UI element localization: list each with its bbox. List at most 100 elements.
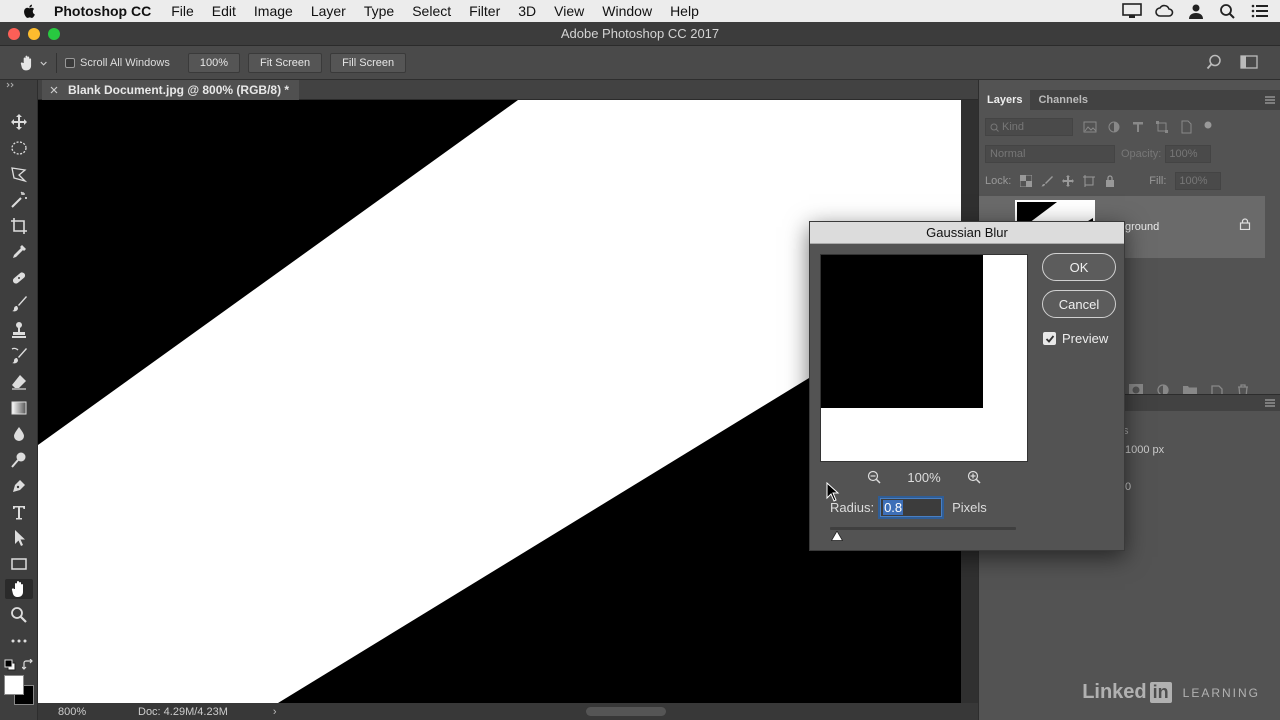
zoom-tool[interactable] xyxy=(9,605,29,625)
zoom-100-button[interactable]: 100% xyxy=(187,52,240,73)
layers-panel-tabs: Layers Channels xyxy=(979,90,1280,110)
lock-transparent-pixels-icon[interactable] xyxy=(1020,175,1033,187)
type-tool[interactable] xyxy=(9,502,29,522)
dialog-title[interactable]: Gaussian Blur xyxy=(810,222,1124,244)
horizontal-scrollbar-thumb[interactable] xyxy=(586,707,666,716)
adjustment-filter-icon[interactable] xyxy=(1107,120,1121,134)
brush-tool[interactable] xyxy=(9,294,29,314)
gradient-tool[interactable] xyxy=(9,398,29,418)
ok-button[interactable]: OK xyxy=(1042,253,1116,281)
panel-menu-icon[interactable] xyxy=(1265,96,1275,104)
scroll-all-windows-checkbox[interactable]: Scroll All Windows xyxy=(65,57,170,69)
blur-preview[interactable] xyxy=(820,254,1028,462)
radius-unit-label: Pixels xyxy=(952,500,987,515)
blur-tool[interactable] xyxy=(9,424,29,444)
document-tab[interactable]: Blank Document.jpg @ 800% (RGB/8) * xyxy=(42,80,300,100)
options-bar: Scroll All Windows 100% Fit Screen Fill … xyxy=(0,46,1280,80)
hand-tool[interactable] xyxy=(5,579,33,599)
rectangle-tool[interactable] xyxy=(9,554,29,574)
crop-tool[interactable] xyxy=(9,216,29,236)
dodge-tool[interactable] xyxy=(9,450,29,470)
panel-menu-icon[interactable] xyxy=(1265,399,1275,407)
zoom-window-button[interactable] xyxy=(48,28,60,40)
filter-toggle-icon[interactable] xyxy=(1203,120,1213,134)
zoom-out-icon[interactable] xyxy=(867,470,881,484)
notification-center-icon[interactable] xyxy=(1250,3,1270,19)
app-name-menu[interactable]: Photoshop CC xyxy=(54,3,151,19)
close-icon[interactable] xyxy=(50,86,58,94)
shape-filter-icon[interactable] xyxy=(1155,120,1169,134)
magic-wand-tool[interactable] xyxy=(9,190,29,210)
creative-cloud-icon[interactable] xyxy=(1154,3,1174,19)
lock-image-pixels-icon[interactable] xyxy=(1041,175,1054,187)
move-tool[interactable] xyxy=(9,112,29,132)
user-icon[interactable] xyxy=(1186,3,1206,19)
display-icon[interactable] xyxy=(1122,3,1142,19)
foreground-color-swatch[interactable] xyxy=(4,675,24,695)
menu-filter[interactable]: Filter xyxy=(469,3,500,19)
path-selection-tool[interactable] xyxy=(9,528,29,548)
workspace-icon[interactable] xyxy=(1240,54,1258,70)
swap-colors-icon[interactable] xyxy=(22,659,34,671)
marquee-tool[interactable] xyxy=(9,138,29,158)
tab-channels[interactable]: Channels xyxy=(1030,94,1096,106)
lock-all-icon[interactable] xyxy=(1104,175,1116,187)
pen-tool[interactable] xyxy=(9,476,29,496)
document-tab-bar: Blank Document.jpg @ 800% (RGB/8) * xyxy=(38,80,978,100)
status-menu-arrow[interactable]: › xyxy=(273,706,277,718)
search-icon[interactable] xyxy=(1206,54,1222,70)
edit-toolbar-button[interactable] xyxy=(9,631,29,651)
preview-checkbox[interactable]: Preview xyxy=(1043,331,1108,346)
tab-layers[interactable]: Layers xyxy=(979,90,1031,110)
status-zoom-field[interactable]: 800% xyxy=(38,706,108,718)
healing-brush-tool[interactable] xyxy=(9,268,29,288)
opacity-field[interactable]: 100% xyxy=(1165,145,1212,163)
blend-mode-select[interactable]: Normal xyxy=(985,145,1115,163)
collapse-arrows-icon[interactable] xyxy=(6,82,16,88)
menu-window[interactable]: Window xyxy=(602,3,652,19)
layer-name[interactable]: ground xyxy=(1125,221,1159,233)
lock-position-icon[interactable] xyxy=(1062,175,1075,187)
default-colors-icon[interactable] xyxy=(4,659,16,671)
more-dots-icon xyxy=(11,639,27,643)
zoom-in-icon[interactable] xyxy=(967,470,981,484)
eraser-tool[interactable] xyxy=(9,372,29,392)
eyedropper-tool[interactable] xyxy=(9,242,29,262)
menu-file[interactable]: File xyxy=(171,3,194,19)
menu-view[interactable]: View xyxy=(554,3,584,19)
cancel-button[interactable]: Cancel xyxy=(1042,290,1116,318)
kind-filter-select[interactable]: Kind xyxy=(985,118,1073,136)
fill-screen-button[interactable]: Fill Screen xyxy=(330,52,407,73)
lock-icon[interactable] xyxy=(1239,218,1251,230)
menu-3d[interactable]: 3D xyxy=(518,3,536,19)
close-window-button[interactable] xyxy=(8,28,20,40)
menu-help[interactable]: Help xyxy=(670,3,699,19)
fill-field[interactable]: 100% xyxy=(1175,172,1222,190)
radius-slider-track[interactable] xyxy=(830,527,1016,530)
menu-edit[interactable]: Edit xyxy=(212,3,236,19)
fit-screen-button[interactable]: Fit Screen xyxy=(248,52,323,73)
preview-label: Preview xyxy=(1062,331,1109,346)
smart-object-filter-icon[interactable] xyxy=(1179,120,1193,134)
history-brush-tool[interactable] xyxy=(9,346,29,366)
tool-preset-picker[interactable] xyxy=(20,53,48,73)
menu-select[interactable]: Select xyxy=(412,3,451,19)
spotlight-search-icon[interactable] xyxy=(1218,3,1238,19)
lock-artboard-icon[interactable] xyxy=(1083,175,1096,187)
gradient-icon xyxy=(11,401,27,415)
mouse-cursor-icon xyxy=(826,482,840,502)
checkbox-box[interactable] xyxy=(65,57,75,68)
minimize-window-button[interactable] xyxy=(28,28,40,40)
clone-stamp-tool[interactable] xyxy=(9,320,29,340)
menu-image[interactable]: Image xyxy=(254,3,293,19)
pixel-filter-icon[interactable] xyxy=(1083,120,1097,134)
menu-type[interactable]: Type xyxy=(364,3,394,19)
type-filter-icon[interactable] xyxy=(1131,120,1145,134)
lasso-tool[interactable] xyxy=(9,164,29,184)
preview-checkbox-box[interactable] xyxy=(1043,332,1056,345)
apple-icon[interactable] xyxy=(20,3,40,19)
menu-layer[interactable]: Layer xyxy=(311,3,346,19)
bandage-icon xyxy=(12,272,26,284)
radius-slider-thumb[interactable] xyxy=(831,531,843,541)
radius-input[interactable]: 0.8 xyxy=(880,498,943,517)
